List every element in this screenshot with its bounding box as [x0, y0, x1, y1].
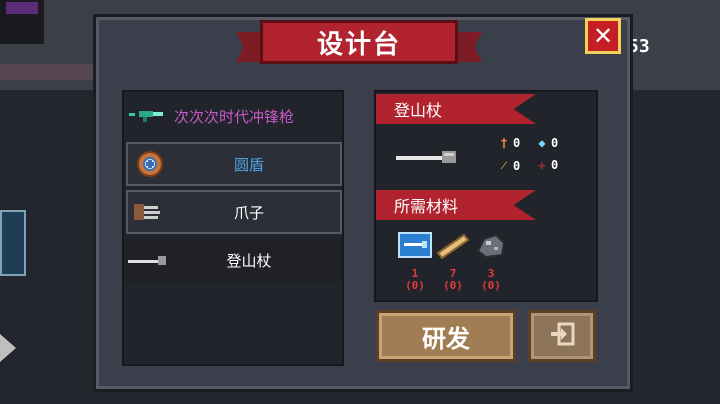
recipe-label: 登山杖 [226, 251, 272, 270]
trekking-pole-icon [126, 238, 170, 282]
recipe-detail-panel: 登山杖 † 0 ◆ 0 ⁄ 0 ✛ 0 所需材料 1 (0) 7 (0) 3 (0) [374, 90, 598, 302]
material-count-ore: 3 (0) [481, 267, 501, 292]
recipe-label: 圆盾 [233, 155, 264, 174]
trekking-pole-icon [396, 148, 460, 166]
round-shield-icon [128, 142, 172, 186]
recipe-item-shield[interactable]: 圆盾 [126, 142, 342, 186]
stat-attack: † 0 [498, 136, 520, 150]
exit-button[interactable] [528, 310, 596, 362]
material-count-blueprint: 1 (0) [405, 267, 425, 292]
recipe-list: 次次次时代冲锋枪 圆盾 爪子 登山杖 [122, 90, 344, 366]
recipe-item-smg[interactable]: 次次次时代冲锋枪 [126, 94, 342, 138]
energy-icon: ◆ [538, 136, 546, 150]
recipe-label: 次次次时代冲锋枪 [174, 107, 295, 126]
smg-icon [126, 94, 170, 138]
recipe-item-trekking-pole[interactable]: 登山杖 [126, 238, 342, 282]
background-machine [0, 210, 26, 276]
recipe-item-claw[interactable]: 爪子 [126, 190, 342, 234]
claw-icon [128, 190, 172, 234]
background-wall-stripe [0, 64, 100, 80]
weapon-stats: † 0 ◆ 0 ⁄ 0 ✛ 0 [498, 136, 568, 180]
stat-energy: ◆ 0 [536, 136, 558, 150]
blueprint-icon [398, 230, 432, 260]
wood-icon [436, 230, 470, 260]
title-banner: 设计台 [236, 18, 482, 70]
research-button[interactable]: 研发 [376, 310, 516, 362]
dialog-title: 设计台 [260, 20, 458, 64]
player-character [0, 0, 44, 44]
hat-icon [6, 2, 38, 14]
close-button[interactable]: ✕ [585, 18, 621, 54]
material-count-wood: 7 (0) [443, 267, 463, 292]
crit-icon: ⁄ [502, 158, 505, 172]
stat-crit: ⁄ 0 [498, 158, 520, 173]
recipe-label: 爪子 [233, 203, 264, 222]
exit-icon [549, 322, 575, 350]
materials-tag: 所需材料 [376, 190, 536, 220]
accuracy-icon: ✛ [538, 158, 546, 172]
attack-icon: † [500, 136, 508, 150]
ore-icon [474, 230, 508, 260]
stat-accuracy: ✛ 0 [536, 158, 558, 172]
weapon-name-tag: 登山杖 [376, 94, 536, 124]
